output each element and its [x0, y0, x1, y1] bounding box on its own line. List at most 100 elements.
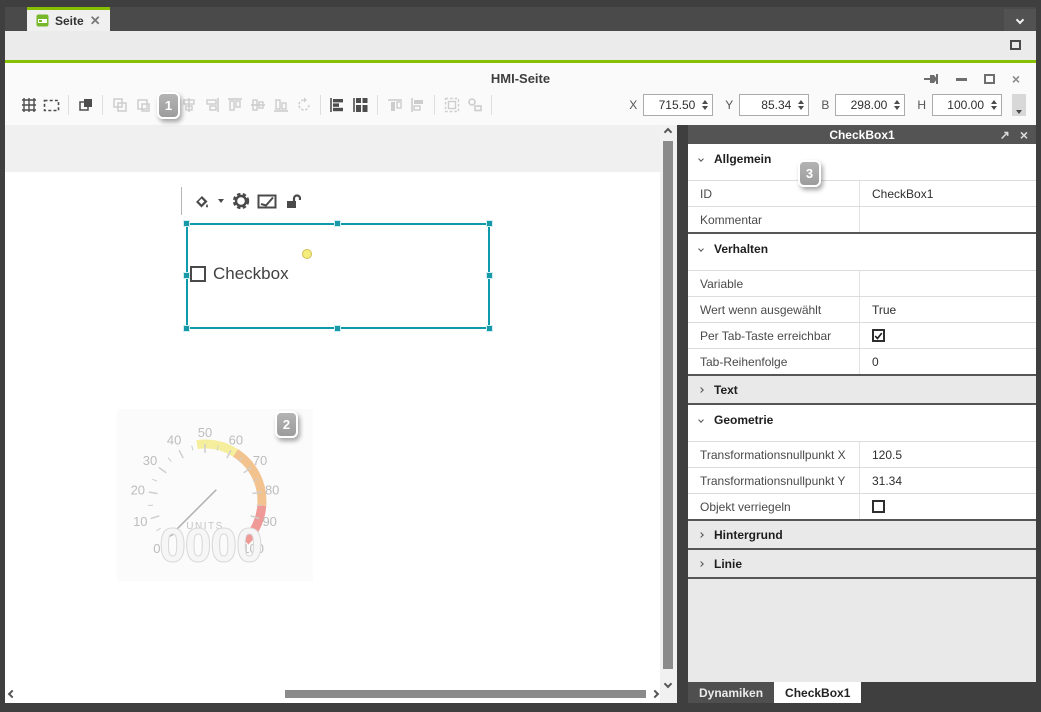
spinner-arrows[interactable]: [698, 100, 712, 110]
close-icon[interactable]: ×: [1020, 127, 1028, 143]
property-row-wert-wenn-ausgewaehlt[interactable]: Wert wenn ausgewählt True: [688, 296, 1036, 322]
annotation-badge-1: 1: [157, 92, 180, 119]
align-top-icon[interactable]: [223, 94, 246, 117]
undock-icon[interactable]: ↗: [1000, 128, 1010, 142]
vertical-scroll-thumb[interactable]: [663, 141, 673, 669]
tab-checkbox1[interactable]: CheckBox1: [774, 682, 861, 703]
svg-text:40: 40: [167, 432, 181, 447]
svg-text:10: 10: [133, 514, 147, 529]
resize-handle[interactable]: [486, 220, 493, 227]
checkbox-widget[interactable]: Checkbox: [190, 264, 289, 284]
chevron-down-icon[interactable]: [218, 199, 224, 203]
annotation-badge-2: 2: [275, 411, 298, 438]
ungroup-icon[interactable]: [463, 94, 486, 117]
resize-handle[interactable]: [486, 325, 493, 332]
tab-seite[interactable]: Seite ✕: [27, 7, 110, 31]
spinner-arrows[interactable]: [794, 100, 808, 110]
property-row-transform-x[interactable]: Transformationsnullpunkt X 120.5: [688, 441, 1036, 467]
section-linie[interactable]: Linie: [688, 550, 1036, 577]
hmi-editor-window: { "window": { "tab": { "label": "Seite",…: [0, 0, 1041, 712]
vertical-scrollbar[interactable]: [660, 125, 677, 703]
group-icon[interactable]: [440, 94, 463, 117]
tab-dynamiken[interactable]: Dynamiken: [688, 682, 774, 703]
transform-origin-dot[interactable]: [302, 249, 312, 259]
align-center-icon[interactable]: [177, 94, 200, 117]
coord-x-input[interactable]: 715.50: [643, 94, 713, 116]
align-right-icon[interactable]: [200, 94, 223, 117]
properties-panel-header: CheckBox1 ↗ ×: [688, 125, 1036, 144]
dynamics-icon[interactable]: [256, 190, 278, 212]
same-width-icon[interactable]: [383, 94, 406, 117]
section-geometrie[interactable]: Geometrie: [688, 405, 1036, 434]
marquee-icon[interactable]: [40, 94, 63, 117]
annotation-badge-3: 3: [798, 160, 821, 187]
page-icon: [36, 14, 49, 27]
toolbar-overflow-button[interactable]: [1012, 94, 1026, 116]
grid-icon[interactable]: [17, 94, 40, 117]
minimize-icon[interactable]: [956, 78, 967, 81]
checkbox-checked[interactable]: [872, 329, 885, 342]
scroll-up-icon[interactable]: [664, 128, 672, 136]
checkbox-widget-box[interactable]: [190, 266, 206, 282]
coord-y-input[interactable]: 85.34: [739, 94, 809, 116]
section-text[interactable]: Text: [688, 376, 1036, 403]
horizontal-scrollbar[interactable]: [7, 689, 658, 700]
scroll-right-icon[interactable]: [651, 690, 659, 698]
geometry-coordinate-fields: X 715.50 Y 85.34 B 298.00: [617, 94, 1026, 116]
pane-window-controls: ×: [924, 72, 1020, 86]
svg-text:50: 50: [198, 425, 212, 440]
scroll-left-icon[interactable]: [8, 690, 16, 698]
resize-handle[interactable]: [183, 220, 190, 227]
align-middle-icon[interactable]: [246, 94, 269, 117]
section-verhalten[interactable]: Verhalten: [688, 234, 1036, 263]
property-row-tab-reihenfolge[interactable]: Tab-Reihenfolge 0: [688, 348, 1036, 374]
property-row-variable[interactable]: Variable: [688, 270, 1036, 296]
canvas-editor[interactable]: Checkbox 0102030405060708090100UNITS0000: [5, 125, 677, 703]
property-row-kommentar[interactable]: Kommentar: [688, 206, 1036, 232]
property-row-objekt-verriegeln[interactable]: Objekt verriegeln: [688, 493, 1036, 519]
unlock-icon[interactable]: [282, 190, 304, 212]
scroll-down-icon[interactable]: [664, 680, 672, 688]
widget-mini-toolbar: [181, 187, 304, 215]
toolbar-separator: [102, 95, 103, 115]
distribute-vertical-icon[interactable]: [349, 94, 372, 117]
coord-h-input[interactable]: 100.00: [932, 94, 1002, 116]
coord-x: X 715.50: [629, 94, 713, 116]
align-bottom-icon[interactable]: [269, 94, 292, 117]
coord-b-input[interactable]: 298.00: [835, 94, 905, 116]
bring-to-front-icon[interactable]: [74, 94, 97, 117]
same-height-icon[interactable]: [406, 94, 429, 117]
resize-handle[interactable]: [183, 272, 190, 279]
fill-color-icon[interactable]: [190, 190, 212, 212]
window-sub-strip: [5, 31, 1036, 60]
rotate-icon[interactable]: [292, 94, 315, 117]
tab-close-icon[interactable]: ✕: [90, 14, 101, 27]
toolbar-separator: [491, 95, 492, 115]
spinner-arrows[interactable]: [890, 100, 904, 110]
maximize-icon[interactable]: [984, 74, 995, 84]
tab-list-dropdown-button[interactable]: [1004, 9, 1036, 31]
settings-gear-icon[interactable]: [230, 190, 252, 212]
coord-h: H 100.00: [917, 94, 1002, 116]
property-row-per-tab-taste[interactable]: Per Tab-Taste erreichbar: [688, 322, 1036, 348]
property-row-id[interactable]: ID CheckBox1: [688, 180, 1036, 206]
close-icon[interactable]: ×: [1012, 72, 1020, 86]
horizontal-scroll-thumb[interactable]: [285, 690, 646, 698]
resize-handle[interactable]: [486, 272, 493, 279]
spinner-arrows[interactable]: [987, 100, 1001, 110]
section-hintergrund[interactable]: Hintergrund: [688, 521, 1036, 548]
pin-icon[interactable]: [924, 73, 939, 85]
resize-handle[interactable]: [334, 220, 341, 227]
property-row-transform-y[interactable]: Transformationsnullpunkt Y 31.34: [688, 467, 1036, 493]
send-to-back-icon[interactable]: [108, 94, 131, 117]
bring-forward-icon[interactable]: [131, 94, 154, 117]
distribute-horizontal-icon[interactable]: [326, 94, 349, 117]
resize-handle[interactable]: [183, 325, 190, 332]
svg-text:0000: 0000: [160, 519, 262, 571]
section-allgemein[interactable]: Allgemein: [688, 144, 1036, 173]
checkbox-unchecked[interactable]: [872, 500, 885, 513]
svg-text:30: 30: [143, 453, 157, 468]
section-spacer: [688, 434, 1036, 441]
resize-handle[interactable]: [334, 325, 341, 332]
maximize-icon[interactable]: [1010, 40, 1021, 50]
